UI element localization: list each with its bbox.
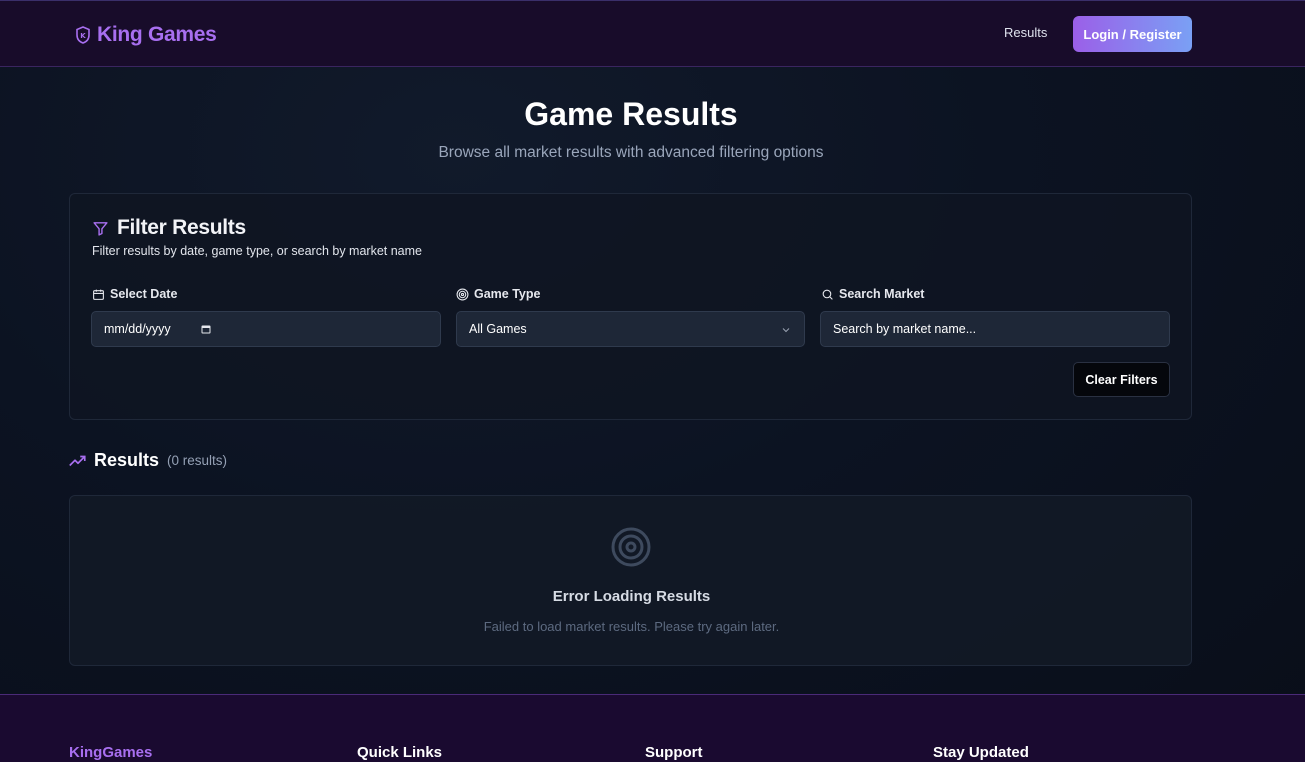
calendar-icon — [93, 289, 104, 300]
date-label: Select Date — [92, 287, 177, 301]
footer-stay-updated-heading: Stay Updated — [933, 744, 1029, 761]
shield-icon: K — [76, 26, 90, 44]
brand-logo-link[interactable]: K King Games — [76, 21, 217, 49]
footer-quick-links-heading: Quick Links — [357, 744, 443, 761]
error-message: Failed to load market results. Please tr… — [483, 619, 780, 634]
footer-brand: KingGames — [69, 744, 153, 761]
results-header: Results (0 results) — [69, 450, 227, 471]
calendar-picker-icon[interactable] — [200, 323, 212, 335]
target-icon — [456, 288, 469, 300]
filter-description: Filter results by date, game type, or se… — [92, 244, 422, 258]
results-count: (0 results) — [167, 453, 228, 468]
clear-filters-button[interactable]: Clear Filters — [1073, 362, 1170, 397]
game-type-label-text: Game Type — [474, 287, 541, 301]
game-type-value: All Games — [469, 322, 527, 336]
login-register-button[interactable]: Login / Register — [1073, 16, 1192, 52]
page-title: Game Results — [524, 96, 738, 132]
filter-card: Filter Results Filter results by date, g… — [69, 193, 1192, 420]
date-label-text: Select Date — [110, 287, 178, 301]
footer: KingGames Quick Links Support Stay Updat… — [0, 694, 1305, 762]
results-title: Results — [94, 450, 160, 470]
filter-icon — [93, 221, 108, 236]
filter-title: Filter Results — [117, 216, 246, 239]
search-placeholder: Search by market name... — [833, 322, 977, 336]
brand-name: King Games — [97, 23, 217, 46]
game-type-label: Game Type — [456, 287, 540, 301]
filter-header: Filter Results — [92, 216, 246, 240]
footer-support-heading: Support — [645, 744, 703, 761]
top-header: K King Games Results Login / Register — [0, 0, 1305, 67]
game-type-select[interactable]: All Games — [456, 311, 805, 347]
page-subtitle: Browse all market results with advanced … — [438, 144, 824, 161]
search-icon — [822, 289, 833, 300]
search-label: Search Market — [821, 287, 924, 301]
svg-text:K: K — [80, 32, 86, 40]
app-root: K King Games Results Login / Register Ga… — [0, 0, 1305, 762]
results-card: Error Loading Results Failed to load mar… — [69, 495, 1192, 666]
target-icon — [611, 527, 651, 567]
trending-up-icon — [69, 455, 86, 466]
nav-link-results[interactable]: Results — [1004, 25, 1047, 40]
date-input[interactable]: mm/dd/yyyy — [91, 311, 441, 347]
error-title: Error Loading Results — [552, 588, 711, 605]
chevron-down-icon — [782, 328, 790, 333]
search-market-input[interactable]: Search by market name... — [820, 311, 1170, 347]
search-label-text: Search Market — [839, 287, 925, 301]
date-placeholder: mm/dd/yyyy — [104, 322, 171, 336]
